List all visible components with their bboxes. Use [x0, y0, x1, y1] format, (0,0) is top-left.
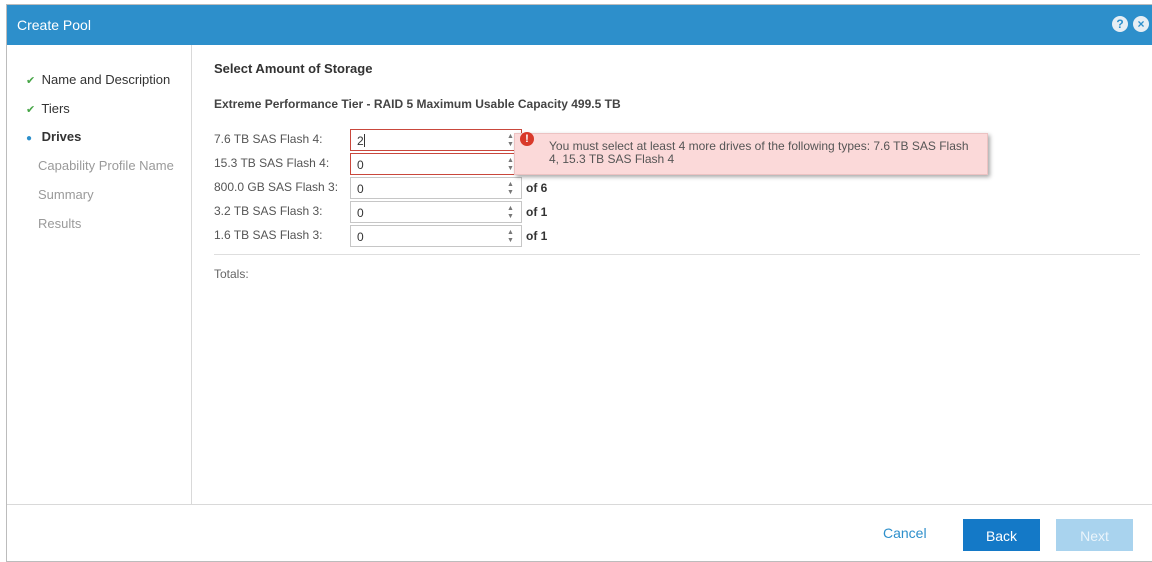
drive-count-value: 0 — [357, 206, 364, 220]
drive-count-stepper[interactable]: 0 ▲ ▼ — [350, 153, 522, 175]
drive-label: 3.2 TB SAS Flash 3: — [214, 204, 323, 218]
drive-max-count: of 6 — [526, 181, 548, 195]
stepper-arrows-icon[interactable]: ▲ ▼ — [507, 204, 517, 220]
error-tooltip: You must select at least 4 more drives o… — [514, 133, 988, 175]
drive-label: 800.0 GB SAS Flash 3: — [214, 180, 339, 194]
drive-max-count: of 1 — [526, 229, 548, 243]
drive-label: 1.6 TB SAS Flash 3: — [214, 228, 323, 242]
drive-label: 15.3 TB SAS Flash 4: — [214, 156, 330, 170]
drive-count-stepper[interactable]: 2 ▲ ▼ — [350, 129, 522, 151]
step-drives[interactable]: ● Drives — [26, 128, 81, 146]
bullet-icon: ● — [26, 133, 33, 144]
drive-count-stepper[interactable]: 0 ▲ ▼ — [350, 225, 522, 247]
step-summary: Summary — [38, 187, 94, 202]
drive-max-count: of 1 — [526, 205, 548, 219]
step-results: Results — [38, 216, 82, 231]
tier-title: Extreme Performance Tier - RAID 5 Maximu… — [214, 97, 621, 111]
main-panel: Select Amount of Storage Extreme Perform… — [192, 45, 1152, 504]
cancel-button[interactable]: Cancel — [883, 525, 927, 541]
drive-count-value: 2 — [357, 134, 364, 148]
title-bar: Create Pool ? × — [7, 5, 1152, 45]
wizard-steps: ✔ Name and Description ✔ Tiers ● Drives … — [7, 45, 192, 504]
back-button[interactable]: Back — [963, 519, 1040, 551]
drive-label: 7.6 TB SAS Flash 4: — [214, 132, 323, 146]
checkmark-icon: ✔ — [26, 75, 36, 87]
stepper-arrows-icon[interactable]: ▲ ▼ — [507, 180, 517, 196]
step-label: Drives — [41, 129, 82, 144]
create-pool-dialog: Create Pool ? × ✔ Name and Description ✔… — [6, 4, 1152, 562]
error-message: You must select at least 4 more drives o… — [549, 139, 969, 166]
checkmark-icon: ✔ — [26, 104, 36, 116]
drive-count-value: 0 — [357, 230, 364, 244]
step-label: Name and Description — [41, 72, 171, 87]
next-button[interactable]: Next — [1056, 519, 1133, 551]
step-tiers[interactable]: ✔ Tiers — [26, 100, 70, 118]
dialog-footer: Cancel Back Next — [7, 504, 1152, 562]
stepper-arrows-icon[interactable]: ▲ ▼ — [507, 228, 517, 244]
close-icon[interactable]: × — [1133, 16, 1149, 32]
step-name-and-description[interactable]: ✔ Name and Description — [26, 71, 170, 89]
dialog-title: Create Pool — [17, 17, 91, 33]
step-label: Tiers — [41, 101, 70, 116]
drive-count-stepper[interactable]: 0 ▲ ▼ — [350, 177, 522, 199]
divider — [214, 254, 1140, 255]
drive-count-stepper[interactable]: 0 ▲ ▼ — [350, 201, 522, 223]
error-icon: ! — [520, 132, 534, 146]
drive-count-value: 0 — [357, 182, 364, 196]
drive-count-value: 0 — [357, 158, 364, 172]
text-cursor — [364, 134, 365, 147]
help-icon[interactable]: ? — [1112, 16, 1128, 32]
step-capability-profile-name: Capability Profile Name — [38, 158, 174, 173]
section-title: Select Amount of Storage — [214, 61, 373, 76]
totals-label: Totals: — [214, 267, 249, 281]
